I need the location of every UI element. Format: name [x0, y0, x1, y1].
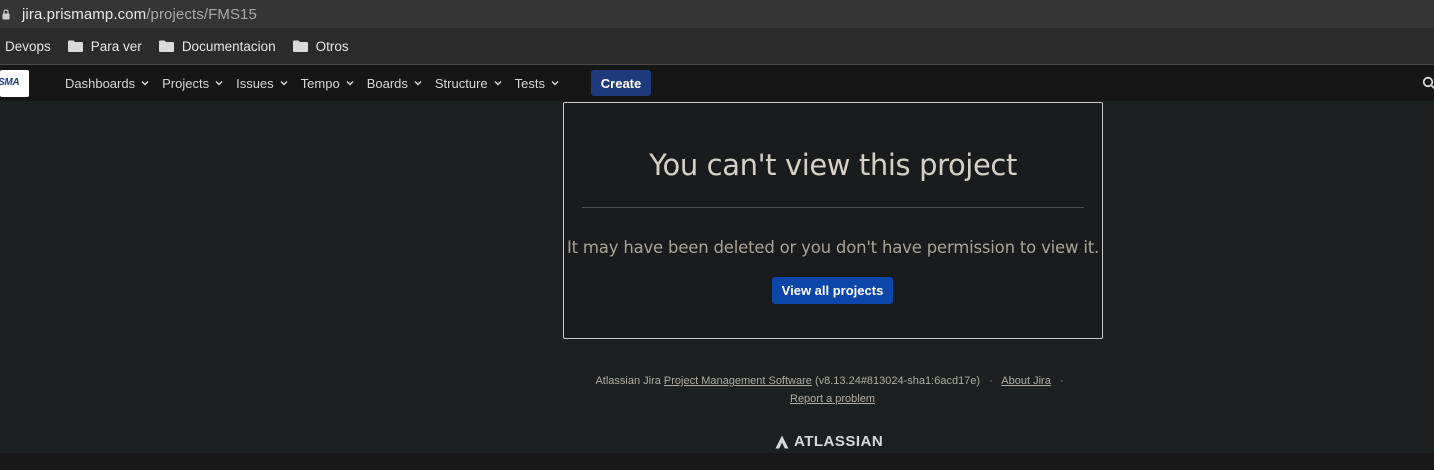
logo-text: SMA	[0, 77, 20, 88]
chevron-down-icon	[346, 80, 354, 86]
nav-label: Tempo	[300, 75, 340, 91]
atlassian-icon	[775, 435, 789, 448]
url-text[interactable]: jira.prismamp.com/projects/FMS15	[22, 6, 257, 23]
nav-projects[interactable]: Projects	[162, 76, 223, 91]
url-path: /projects/FMS15	[146, 5, 257, 23]
bookmark-label: Devops	[5, 38, 51, 54]
nav-issues[interactable]: Issues	[236, 76, 288, 91]
divider	[582, 207, 1084, 208]
nav-label: Issues	[236, 75, 274, 91]
view-all-projects-button[interactable]: View all projects	[772, 277, 893, 304]
bookmark-label: Para ver	[90, 38, 142, 54]
bookmark-otros[interactable]: Otros	[292, 38, 349, 54]
bookmark-label: Otros	[315, 38, 349, 54]
atlassian-logo[interactable]: ATLASSIAN	[775, 433, 883, 450]
bookmark-devops[interactable]: Devops	[5, 39, 51, 54]
chevron-down-icon	[280, 80, 288, 86]
nav-tests[interactable]: Tests	[515, 76, 559, 91]
folder-icon	[158, 40, 174, 52]
nav-dashboards[interactable]: Dashboards	[65, 76, 149, 91]
company-logo[interactable]: SMA	[0, 70, 29, 97]
footer-line-2: Report a problem	[560, 390, 1105, 408]
footer: Atlassian Jira Project Management Softwa…	[560, 372, 1105, 408]
nav-boards[interactable]: Boards	[367, 76, 422, 91]
project-management-software-link[interactable]: Project Management Software	[664, 375, 812, 387]
nav-structure[interactable]: Structure	[435, 76, 502, 91]
nav-label: Boards	[366, 75, 408, 91]
lock-icon	[2, 8, 10, 19]
chevron-down-icon	[414, 80, 422, 86]
nav-label: Structure	[434, 75, 488, 91]
nav-label: Dashboards	[65, 75, 136, 91]
report-problem-link[interactable]: Report a problem	[790, 393, 875, 405]
nav-tempo[interactable]: Tempo	[301, 76, 354, 91]
footer-line-1: Atlassian Jira Project Management Softwa…	[560, 372, 1105, 390]
bookmarks-bar: Devops Para ver Documentacion Otros	[0, 28, 1434, 64]
jira-header: SMA Dashboards Projects Issues Tempo Boa…	[0, 65, 1434, 101]
separator: ·	[1059, 375, 1064, 387]
chevron-down-icon	[551, 80, 559, 86]
error-message: It may have been deleted or you don't ha…	[566, 238, 1100, 257]
chevron-down-icon	[215, 80, 223, 86]
separator: ·	[989, 375, 993, 387]
chevron-down-icon	[141, 80, 149, 86]
address-bar[interactable]: jira.prismamp.com/projects/FMS15	[0, 0, 1434, 28]
folder-icon	[67, 40, 83, 52]
atlassian-wordmark: ATLASSIAN	[794, 433, 884, 450]
bookmark-label: Documentacion	[181, 38, 276, 54]
nav-label: Projects	[162, 75, 210, 91]
url-host: jira.prismamp.com	[22, 5, 147, 23]
page-title: You can't view this project	[649, 148, 1017, 182]
nav-label: Tests	[514, 75, 545, 91]
error-panel: You can't view this project It may have …	[563, 102, 1103, 339]
bookmark-documentacion[interactable]: Documentacion	[158, 38, 276, 54]
search-icon[interactable]	[1422, 76, 1434, 90]
footer-prefix: Atlassian Jira	[595, 375, 661, 387]
create-button[interactable]: Create	[591, 70, 651, 96]
bottom-strip	[0, 453, 1434, 470]
version-text: (v8.13.24#813024-sha1:6acd17e)	[814, 375, 981, 387]
folder-icon	[292, 40, 308, 52]
chevron-down-icon	[494, 80, 502, 86]
bookmark-para-ver[interactable]: Para ver	[67, 38, 142, 54]
about-jira-link[interactable]: About Jira	[1001, 375, 1051, 387]
main-nav: Dashboards Projects Issues Tempo Boards …	[65, 65, 572, 101]
